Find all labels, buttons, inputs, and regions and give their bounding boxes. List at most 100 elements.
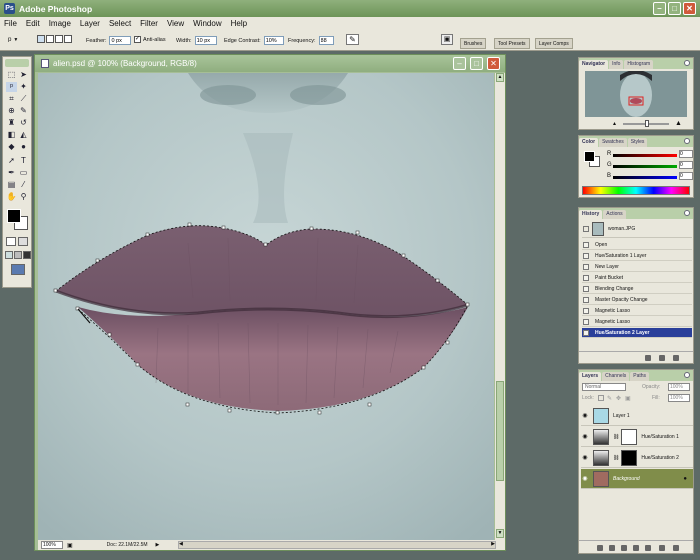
antialias-checkbox[interactable] bbox=[134, 35, 141, 43]
screen-mode-full-menu-icon[interactable] bbox=[14, 251, 22, 259]
clone-stamp-tool-icon[interactable]: ♜ bbox=[6, 118, 17, 128]
navigator-thumbnail[interactable] bbox=[585, 71, 687, 117]
green-slider[interactable] bbox=[613, 165, 677, 168]
trash-icon[interactable] bbox=[673, 355, 679, 361]
brush-tool-icon[interactable]: ✎ bbox=[18, 106, 29, 116]
subtract-selection-icon[interactable] bbox=[55, 35, 63, 43]
zoom-slider-thumb[interactable] bbox=[645, 120, 649, 127]
menu-image[interactable]: Image bbox=[49, 19, 71, 28]
horizontal-scrollbar[interactable]: ◀ ▶ bbox=[178, 541, 496, 549]
dodge-tool-icon[interactable]: ● bbox=[18, 142, 29, 152]
layer-row[interactable]: ◉ ⛓ Hue/Saturation 1 bbox=[581, 427, 693, 447]
notes-tool-icon[interactable]: ▤ bbox=[6, 180, 17, 190]
scroll-up-icon[interactable]: ▲ bbox=[496, 73, 504, 82]
menu-file[interactable]: File bbox=[4, 19, 17, 28]
history-step[interactable]: Open bbox=[582, 240, 692, 250]
new-snapshot-icon[interactable] bbox=[659, 355, 665, 361]
history-brush-tool-icon[interactable]: ↺ bbox=[18, 118, 29, 128]
tool-preset-picker[interactable]: ᵖ ▼ bbox=[8, 35, 18, 45]
green-value-input[interactable] bbox=[679, 161, 693, 169]
shape-tool-icon[interactable]: ▭ bbox=[18, 168, 29, 178]
menu-edit[interactable]: Edit bbox=[26, 19, 40, 28]
palette-well-tab-brushes[interactable]: Brushes bbox=[460, 38, 487, 49]
foreground-color-swatch[interactable] bbox=[7, 209, 21, 223]
tab-channels[interactable]: Channels bbox=[602, 372, 630, 381]
screen-mode-full-icon[interactable] bbox=[23, 251, 31, 259]
blue-value-input[interactable] bbox=[679, 172, 693, 180]
palette-menu-icon[interactable] bbox=[684, 60, 690, 66]
tab-styles[interactable]: Styles bbox=[627, 138, 648, 147]
tab-histogram[interactable]: Histogram bbox=[624, 60, 654, 69]
new-document-from-state-icon[interactable] bbox=[645, 355, 651, 361]
trash-icon[interactable] bbox=[673, 545, 679, 551]
eye-icon[interactable]: ◉ bbox=[581, 412, 589, 419]
palette-menu-icon[interactable] bbox=[684, 138, 690, 144]
layer-row[interactable]: ◉ ⛓ Hue/Saturation 2 bbox=[581, 448, 693, 468]
link-layers-icon[interactable] bbox=[597, 545, 603, 551]
eye-icon[interactable]: ◉ bbox=[581, 475, 589, 482]
slice-tool-icon[interactable]: ⟋ bbox=[18, 94, 29, 104]
doc-minimize-button[interactable]: – bbox=[453, 57, 466, 70]
tab-paths[interactable]: Paths bbox=[630, 372, 650, 381]
scroll-down-icon[interactable]: ▼ bbox=[496, 529, 504, 538]
history-step[interactable]: New Layer bbox=[582, 262, 692, 272]
tab-color[interactable]: Color bbox=[579, 138, 599, 147]
doc-maximize-button[interactable]: □ bbox=[470, 57, 483, 70]
red-value-input[interactable] bbox=[679, 150, 693, 158]
jump-to-imageready-icon[interactable] bbox=[11, 264, 25, 275]
paint-bucket-tool-icon[interactable]: ◭ bbox=[18, 130, 29, 140]
zoom-tool-icon[interactable]: ⚲ bbox=[18, 192, 29, 202]
lock-pixels-icon[interactable]: ✎ bbox=[607, 395, 612, 402]
lock-transparency-icon[interactable] bbox=[598, 395, 604, 401]
new-group-icon[interactable] bbox=[633, 545, 639, 551]
scroll-right-icon[interactable]: ▶ bbox=[491, 541, 495, 547]
maximize-button[interactable]: □ bbox=[668, 2, 681, 15]
path-selection-tool-icon[interactable]: ➚ bbox=[6, 156, 17, 166]
layer-row[interactable]: ◉ Layer 1 bbox=[581, 406, 693, 426]
lock-all-icon[interactable]: ▣ bbox=[625, 395, 631, 402]
zoom-in-icon[interactable]: ▲ bbox=[675, 120, 682, 127]
pen-tool-icon[interactable]: ✒ bbox=[6, 168, 17, 178]
marquee-tool-icon[interactable]: ⬚ bbox=[6, 70, 17, 80]
vertical-scrollbar[interactable]: ▲ ▼ bbox=[495, 73, 505, 540]
add-mask-icon[interactable] bbox=[621, 545, 627, 551]
new-selection-icon[interactable] bbox=[37, 35, 45, 43]
pen-pressure-button[interactable]: ✎ bbox=[346, 34, 359, 45]
menu-view[interactable]: View bbox=[167, 19, 184, 28]
history-step[interactable]: Magnetic Lasso bbox=[582, 306, 692, 316]
hand-tool-icon[interactable]: ✋ bbox=[6, 192, 17, 202]
add-selection-icon[interactable] bbox=[46, 35, 54, 43]
intersect-selection-icon[interactable] bbox=[64, 35, 72, 43]
status-arrow-icon[interactable]: ▶ bbox=[156, 542, 160, 548]
vertical-scroll-thumb[interactable] bbox=[496, 381, 504, 481]
tab-actions[interactable]: Actions bbox=[603, 210, 626, 219]
blend-mode-select[interactable]: Normal bbox=[582, 383, 626, 391]
history-step[interactable]: Magnetic Lasso bbox=[582, 317, 692, 327]
red-slider[interactable] bbox=[613, 154, 677, 157]
menu-filter[interactable]: Filter bbox=[140, 19, 158, 28]
palette-well-tab-tool-presets[interactable]: Tool Presets bbox=[494, 38, 530, 49]
eyedropper-tool-icon[interactable]: ⁄ bbox=[18, 180, 29, 190]
history-step[interactable]: Hue/Saturation 1 Layer bbox=[582, 251, 692, 261]
tab-navigator[interactable]: Navigator bbox=[579, 60, 609, 69]
close-button[interactable]: ✕ bbox=[683, 2, 696, 15]
eraser-tool-icon[interactable]: ◧ bbox=[6, 130, 17, 140]
fill-input[interactable]: 100% bbox=[668, 394, 690, 402]
menu-layer[interactable]: Layer bbox=[80, 19, 100, 28]
layer-row-selected[interactable]: ◉ Background ● bbox=[581, 469, 693, 489]
blue-slider[interactable] bbox=[613, 176, 677, 179]
blur-tool-icon[interactable]: ◆ bbox=[6, 142, 17, 152]
file-browser-button[interactable]: ▣ bbox=[441, 34, 453, 45]
tab-layers[interactable]: Layers bbox=[579, 372, 602, 381]
magic-wand-tool-icon[interactable]: ✦ bbox=[18, 82, 29, 92]
menu-help[interactable]: Help bbox=[231, 19, 247, 28]
feather-input[interactable] bbox=[109, 36, 132, 45]
opacity-input[interactable]: 100% bbox=[668, 383, 690, 391]
scroll-left-icon[interactable]: ◀ bbox=[179, 541, 183, 547]
type-tool-icon[interactable]: T bbox=[18, 156, 29, 166]
history-snapshot[interactable]: woman.JPG bbox=[582, 221, 692, 238]
history-step-selected[interactable]: Hue/Saturation 2 Layer bbox=[582, 328, 692, 338]
image-canvas[interactable] bbox=[38, 73, 494, 540]
foreground-color-swatch[interactable] bbox=[584, 151, 595, 162]
lasso-tool-icon[interactable]: ᵖ bbox=[6, 82, 17, 92]
